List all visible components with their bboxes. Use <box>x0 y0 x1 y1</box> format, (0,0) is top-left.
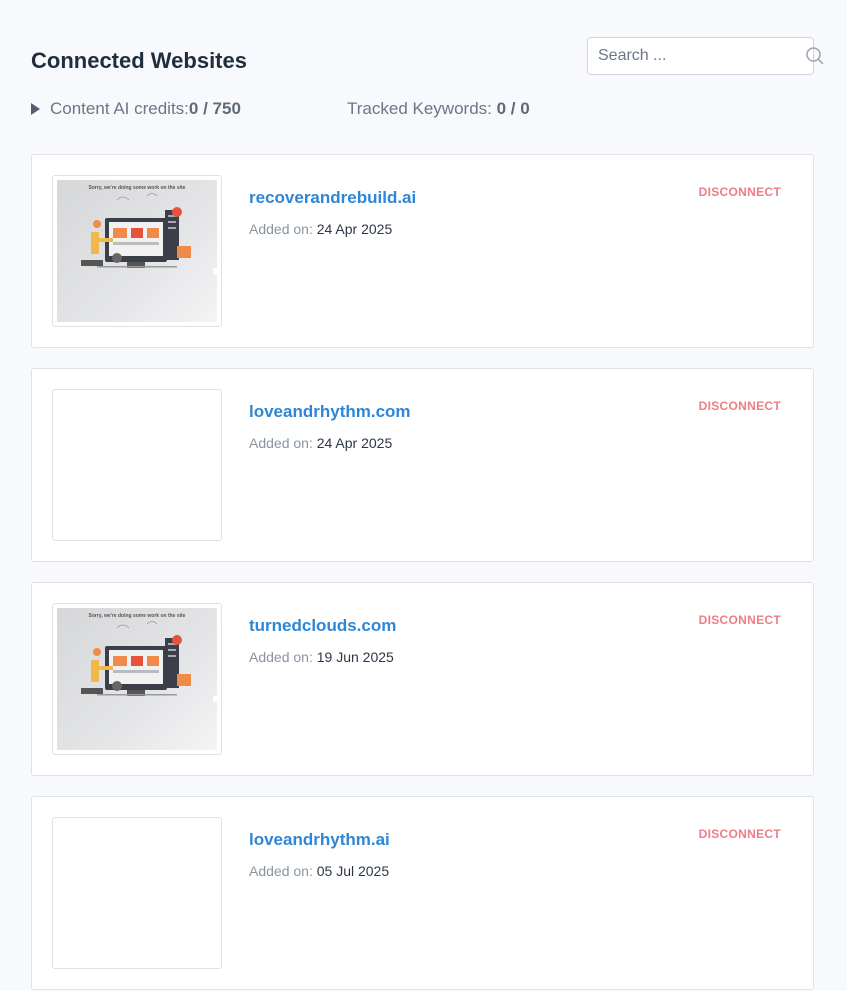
expand-caret-icon[interactable] <box>31 103 40 115</box>
website-card: Sorry, we're doing some work on the site <box>31 154 814 348</box>
keywords-value: 0 / 0 <box>496 99 530 118</box>
keywords-label: Tracked Keywords: <box>347 99 497 118</box>
disconnect-button[interactable]: DISCONNECT <box>699 185 781 199</box>
added-date: 19 Jun 2025 <box>316 649 394 665</box>
search-input[interactable] <box>598 47 805 65</box>
added-on: Added on: 24 Apr 2025 <box>249 435 392 451</box>
added-label: Added on: <box>249 221 317 237</box>
keywords-stat: Tracked Keywords: 0 / 0 <box>347 99 530 119</box>
added-on: Added on: 19 Jun 2025 <box>249 649 394 665</box>
maintenance-screenshot: Sorry, we're doing some work on the site <box>57 180 217 322</box>
website-preview[interactable]: Sorry, we're doing some work on the site <box>52 603 222 755</box>
website-card: Sorry, we're doing some work on the site <box>31 582 814 776</box>
connected-websites-page: Connected Websites Content AI credits: 0… <box>0 0 847 991</box>
added-on: Added on: 05 Jul 2025 <box>249 863 389 879</box>
search-box[interactable] <box>587 37 824 75</box>
website-link[interactable]: turnedclouds.com <box>249 616 396 636</box>
svg-text:Sorry, we're doing some work o: Sorry, we're doing some work on the site <box>89 185 186 191</box>
website-link[interactable]: loveandrhythm.ai <box>249 830 390 850</box>
page-title: Connected Websites <box>31 48 247 73</box>
added-date: 05 Jul 2025 <box>316 863 390 879</box>
credits-label: Content AI credits: <box>50 99 189 118</box>
credits-value: 0 / 750 <box>188 99 241 118</box>
added-label: Added on: <box>249 435 317 451</box>
website-preview[interactable]: Sorry, we're doing some work on the site <box>52 175 222 327</box>
svg-text:Sorry, we're doing some work o: Sorry, we're doing some work on the site <box>89 613 186 619</box>
website-link[interactable]: loveandrhythm.com <box>249 402 411 422</box>
added-on: Added on: 24 Apr 2025 <box>249 221 392 237</box>
search-icon[interactable] <box>805 45 825 67</box>
credits-stat[interactable]: Content AI credits: 0 / 750 <box>31 99 241 119</box>
added-date: 24 Apr 2025 <box>316 221 393 237</box>
added-date: 24 Apr 2025 <box>316 435 393 451</box>
disconnect-button[interactable]: DISCONNECT <box>699 399 781 413</box>
website-preview-empty[interactable] <box>52 817 222 969</box>
added-label: Added on: <box>249 863 317 879</box>
disconnect-button[interactable]: DISCONNECT <box>699 827 781 841</box>
website-card: loveandrhythm.ai Added on: 05 Jul 2025 D… <box>31 796 814 990</box>
maintenance-screenshot: Sorry, we're doing some work on the site <box>57 608 217 750</box>
website-link[interactable]: recoverandrebuild.ai <box>249 188 416 208</box>
disconnect-button[interactable]: DISCONNECT <box>699 613 781 627</box>
website-card: loveandrhythm.com Added on: 24 Apr 2025 … <box>31 368 814 562</box>
website-preview-empty[interactable] <box>52 389 222 541</box>
added-label: Added on: <box>249 649 317 665</box>
